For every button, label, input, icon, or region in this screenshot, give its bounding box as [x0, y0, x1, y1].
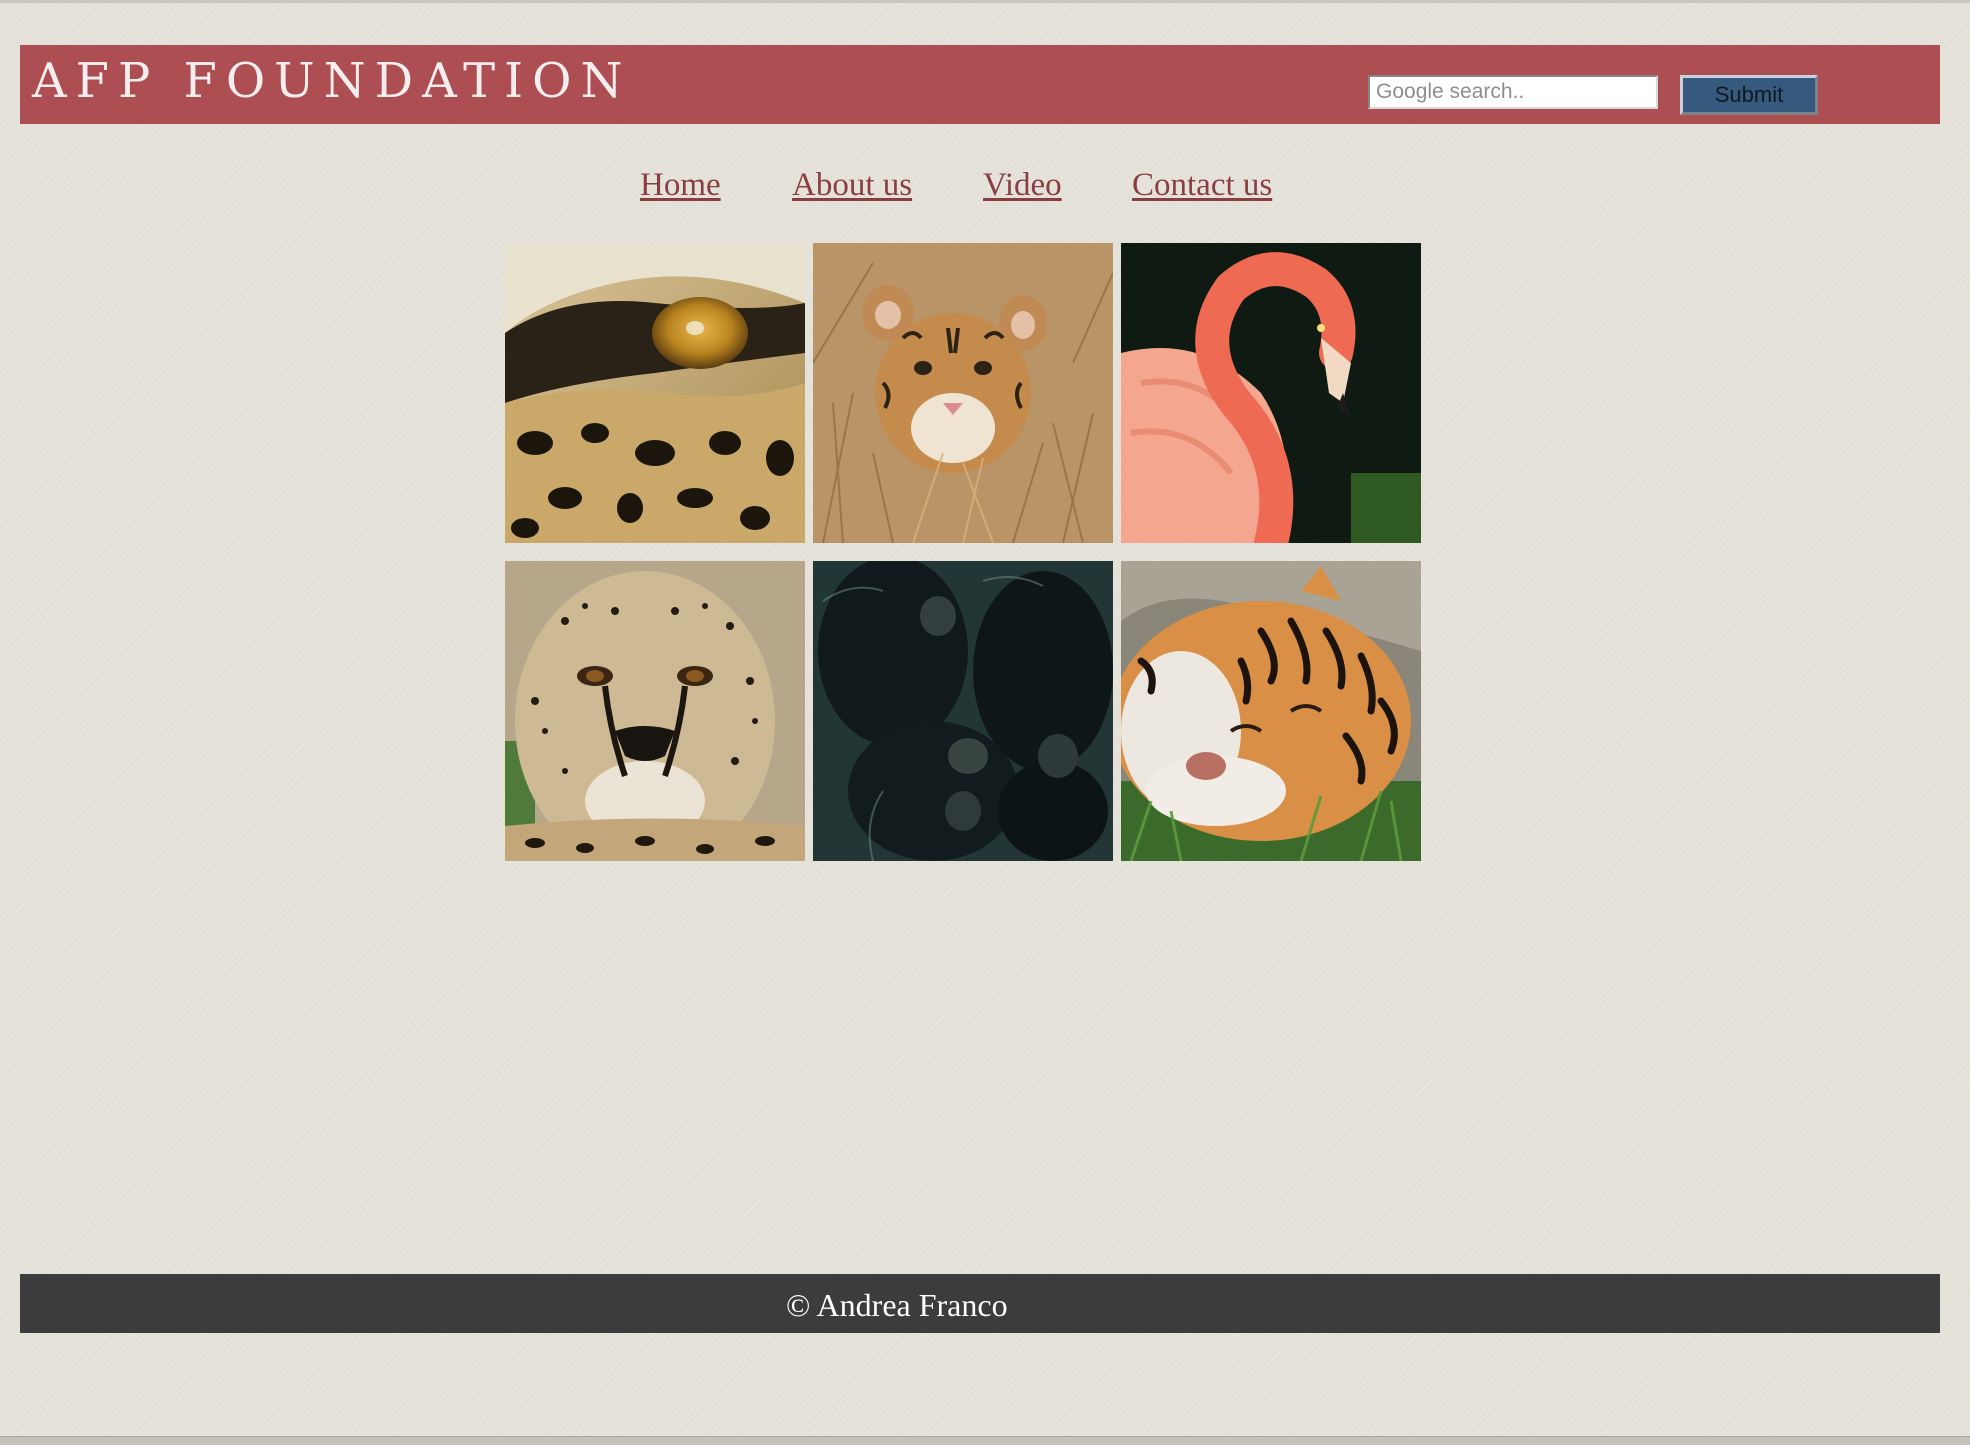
flamingo-image — [1121, 243, 1421, 543]
nav-link-about-us[interactable]: About us — [792, 160, 912, 210]
site-logo[interactable]: AFP FOUNDATION — [32, 53, 631, 109]
gallery-image-flamingo[interactable] — [1121, 243, 1421, 543]
copyright-text: © Andrea Franco — [786, 1287, 1008, 1323]
gallery-image-gorillas[interactable] — [813, 561, 1113, 861]
search-input[interactable] — [1368, 75, 1658, 109]
gorillas-image — [813, 561, 1113, 861]
cheetah-image — [505, 561, 805, 861]
animal-gallery — [505, 243, 1425, 861]
tiger-cub-image — [813, 243, 1113, 543]
submit-button[interactable]: Submit — [1680, 75, 1818, 115]
site-header: AFP FOUNDATION Submit — [20, 45, 1940, 124]
main-nav: Home About us Video Contact us — [0, 160, 1970, 210]
leopard-eye-image — [505, 243, 805, 543]
gallery-image-tiger-cub[interactable] — [813, 243, 1113, 543]
nav-link-home[interactable]: Home — [640, 160, 721, 210]
nav-link-contact-us[interactable]: Contact us — [1132, 160, 1272, 210]
gallery-image-cheetah[interactable] — [505, 561, 805, 861]
gallery-image-leopard-eye[interactable] — [505, 243, 805, 543]
sleeping-tiger-image — [1121, 561, 1421, 861]
window-top-edge — [0, 0, 1970, 3]
site-footer: © Andrea Franco — [20, 1274, 1940, 1333]
nav-link-video[interactable]: Video — [983, 160, 1062, 210]
gallery-image-sleeping-tiger[interactable] — [1121, 561, 1421, 861]
